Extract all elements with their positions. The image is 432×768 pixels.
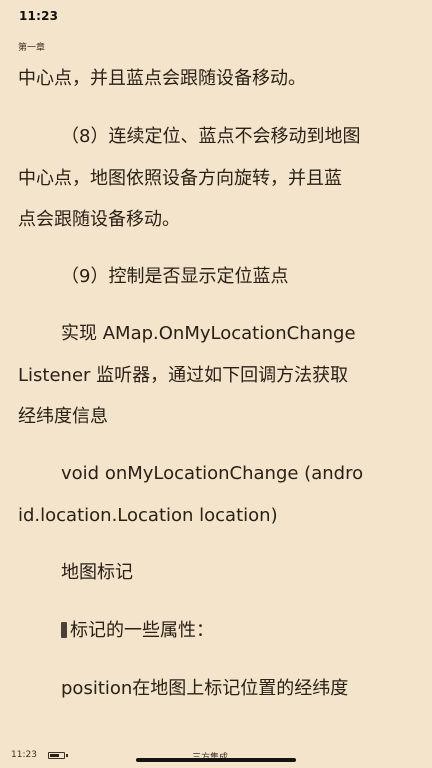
home-indicator[interactable] <box>136 758 296 762</box>
image-placeholder-icon <box>61 622 67 638</box>
text-line: 点会跟随设备移动。 <box>18 209 180 230</box>
footer-time: 11:23 <box>11 750 37 760</box>
text-line: （8）连续定位、蓝点不会移动到地图 <box>61 126 361 147</box>
text-line: 中心点，地图依照设备方向旋转，并且蓝 <box>18 167 342 189</box>
battery-tip <box>66 754 68 757</box>
text-line: 经纬度信息 <box>18 406 108 427</box>
text-line: 地图标记 <box>61 562 133 583</box>
battery-fill <box>50 754 60 757</box>
text-line: void onMyLocationChange (andro <box>61 463 364 484</box>
paragraph-listener: 实现 AMap.OnMyLocationChange Listener 监听器，… <box>18 313 418 438</box>
battery-icon <box>48 752 65 759</box>
paragraph-callback: void onMyLocationChange (andro id.locati… <box>18 453 418 536</box>
reader-footer: 11:23 三方集成 <box>0 744 432 768</box>
chapter-label: 第一章 <box>18 43 46 53</box>
paragraph-item-8: （8）连续定位、蓝点不会移动到地图 中心点，地图依照设备方向旋转，并且蓝 点会跟… <box>18 116 418 241</box>
status-bar: 11:23 <box>0 0 432 34</box>
text-line: 实现 AMap.OnMyLocationChange <box>61 323 356 344</box>
text-line: id.location.Location location) <box>18 504 278 526</box>
paragraph-marker-attributes: 标记的一些属性： <box>18 610 418 652</box>
paragraph-continuation: 中心点，并且蓝点会跟随设备移动。 <box>18 58 418 100</box>
paragraph-position: position在地图上标记位置的经纬度 <box>18 668 418 710</box>
status-time: 11:23 <box>19 9 59 23</box>
text-line: 中心点，并且蓝点会跟随设备移动。 <box>18 68 306 89</box>
text-line: 标记的一些属性： <box>70 620 214 641</box>
text-line: position在地图上标记位置的经纬度 <box>61 678 349 699</box>
text-line: （9）控制是否显示定位蓝点 <box>61 266 289 287</box>
paragraph-map-marker: 地图标记 <box>18 552 418 594</box>
text-line: Listener 监听器，通过如下回调方法获取 <box>18 364 349 386</box>
paragraph-item-9: （9）控制是否显示定位蓝点 <box>18 256 418 298</box>
text-line-with-marker: 标记的一些属性： <box>18 610 418 652</box>
